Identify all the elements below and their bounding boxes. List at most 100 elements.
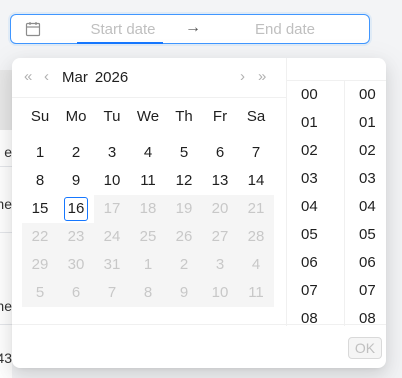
- picker-footer: OK: [12, 324, 386, 368]
- day-cell[interactable]: 7: [238, 139, 274, 167]
- day-cell: 20: [202, 195, 238, 223]
- day-number: 6: [215, 144, 225, 161]
- minute-column[interactable]: 00 01 02 03 04 05 06 07 08: [344, 81, 386, 326]
- start-date-input[interactable]: Start date: [81, 21, 165, 38]
- weekday-label: Tu: [103, 108, 121, 125]
- day-number: 9: [71, 172, 81, 189]
- day-number: 14: [247, 172, 265, 189]
- day-number: 8: [35, 172, 45, 189]
- hour-column[interactable]: 00 01 02 03 04 05 06 07 08: [287, 81, 343, 326]
- hour-option[interactable]: 05: [287, 221, 343, 249]
- day-cell[interactable]: 10: [94, 167, 130, 195]
- day-cell[interactable]: 6: [202, 139, 238, 167]
- day-number: 18: [139, 200, 157, 217]
- day-number: 11: [248, 284, 264, 301]
- day-cell[interactable]: 2: [58, 139, 94, 167]
- day-number: 19: [175, 200, 193, 217]
- day-cell: 30: [58, 251, 94, 279]
- day-number: 3: [215, 256, 225, 273]
- day-cell: 24: [94, 223, 130, 251]
- hour-option[interactable]: 08: [287, 305, 343, 326]
- day-cell: 11: [238, 279, 274, 307]
- day-cell: 23: [58, 223, 94, 251]
- day-cell: 19: [166, 195, 202, 223]
- background-cell: 43: [0, 350, 12, 366]
- day-cell: 7: [94, 279, 130, 307]
- weekday-label: Mo: [65, 108, 87, 125]
- next-month-icon[interactable]: ›: [240, 68, 245, 85]
- day-cell[interactable]: 15: [22, 195, 58, 223]
- minute-option[interactable]: 05: [345, 221, 386, 249]
- minute-option[interactable]: 08: [345, 305, 386, 326]
- month-year-label: Mar 2026: [62, 69, 128, 86]
- minute-option[interactable]: 04: [345, 193, 386, 221]
- day-cell[interactable]: 1: [22, 139, 58, 167]
- next-year-icon[interactable]: »: [258, 68, 266, 85]
- minute-option[interactable]: 00: [345, 81, 386, 109]
- day-number: 4: [251, 256, 261, 273]
- range-separator-arrow-icon: →: [185, 19, 201, 36]
- date-picker-dropdown: « ‹ Mar 2026 › » Su Mo Tu We Th Fr Sa 123456789…: [12, 58, 386, 368]
- day-cell[interactable]: 12: [166, 167, 202, 195]
- ok-button[interactable]: OK: [348, 337, 382, 359]
- calendar-header: « ‹ Mar 2026 › »: [12, 58, 286, 98]
- day-cell: 25: [130, 223, 166, 251]
- day-cell: 6: [58, 279, 94, 307]
- prev-month-icon[interactable]: ‹: [44, 68, 49, 85]
- day-cell: 2: [166, 251, 202, 279]
- background-divider: [0, 324, 12, 325]
- day-cell[interactable]: 3: [94, 139, 130, 167]
- day-number: 3: [107, 144, 117, 161]
- weekday-label: Sa: [246, 108, 266, 125]
- month-select[interactable]: Mar: [62, 69, 88, 86]
- minute-option[interactable]: 07: [345, 277, 386, 305]
- background-cell: ne: [0, 298, 12, 314]
- hour-option[interactable]: 06: [287, 249, 343, 277]
- day-number: 2: [179, 256, 189, 273]
- day-cell: 4: [238, 251, 274, 279]
- weekday-label: Fr: [212, 108, 228, 125]
- prev-year-icon[interactable]: «: [24, 68, 32, 85]
- day-number: 7: [107, 284, 117, 301]
- day-cell[interactable]: 8: [22, 167, 58, 195]
- minute-option[interactable]: 06: [345, 249, 386, 277]
- minute-option[interactable]: 03: [345, 165, 386, 193]
- weekday-label: We: [136, 108, 160, 125]
- background-table: e ne ne 43: [0, 70, 12, 378]
- day-number: 15: [31, 200, 49, 217]
- day-cell[interactable]: 9: [58, 167, 94, 195]
- day-cell: 28: [238, 223, 274, 251]
- hour-option[interactable]: 04: [287, 193, 343, 221]
- day-number: 11: [140, 172, 156, 189]
- active-input-indicator: [77, 42, 163, 44]
- day-cell-today[interactable]: 16: [58, 195, 94, 223]
- day-cell[interactable]: 11: [130, 167, 166, 195]
- hour-option[interactable]: 03: [287, 165, 343, 193]
- day-cell[interactable]: 5: [166, 139, 202, 167]
- day-number: 27: [211, 228, 229, 245]
- day-number: 10: [211, 284, 229, 301]
- minute-option[interactable]: 01: [345, 109, 386, 137]
- day-number: 31: [103, 256, 121, 273]
- day-number: 4: [143, 144, 153, 161]
- day-number: 16: [64, 197, 88, 221]
- weekday-label: Th: [175, 108, 193, 125]
- background-divider: [0, 232, 12, 233]
- day-number: 26: [175, 228, 193, 245]
- day-cell[interactable]: 14: [238, 167, 274, 195]
- day-cell: 21: [238, 195, 274, 223]
- day-number: 9: [179, 284, 189, 301]
- date-range-picker[interactable]: Start date → End date: [10, 14, 370, 44]
- day-number: 22: [31, 228, 49, 245]
- day-cell: 1: [130, 251, 166, 279]
- hour-option[interactable]: 01: [287, 109, 343, 137]
- hour-option[interactable]: 00: [287, 81, 343, 109]
- hour-option[interactable]: 02: [287, 137, 343, 165]
- minute-option[interactable]: 02: [345, 137, 386, 165]
- day-number: 12: [175, 172, 193, 189]
- hour-option[interactable]: 07: [287, 277, 343, 305]
- day-cell[interactable]: 4: [130, 139, 166, 167]
- year-select[interactable]: 2026: [95, 69, 128, 86]
- end-date-input[interactable]: End date: [237, 21, 333, 38]
- day-cell[interactable]: 13: [202, 167, 238, 195]
